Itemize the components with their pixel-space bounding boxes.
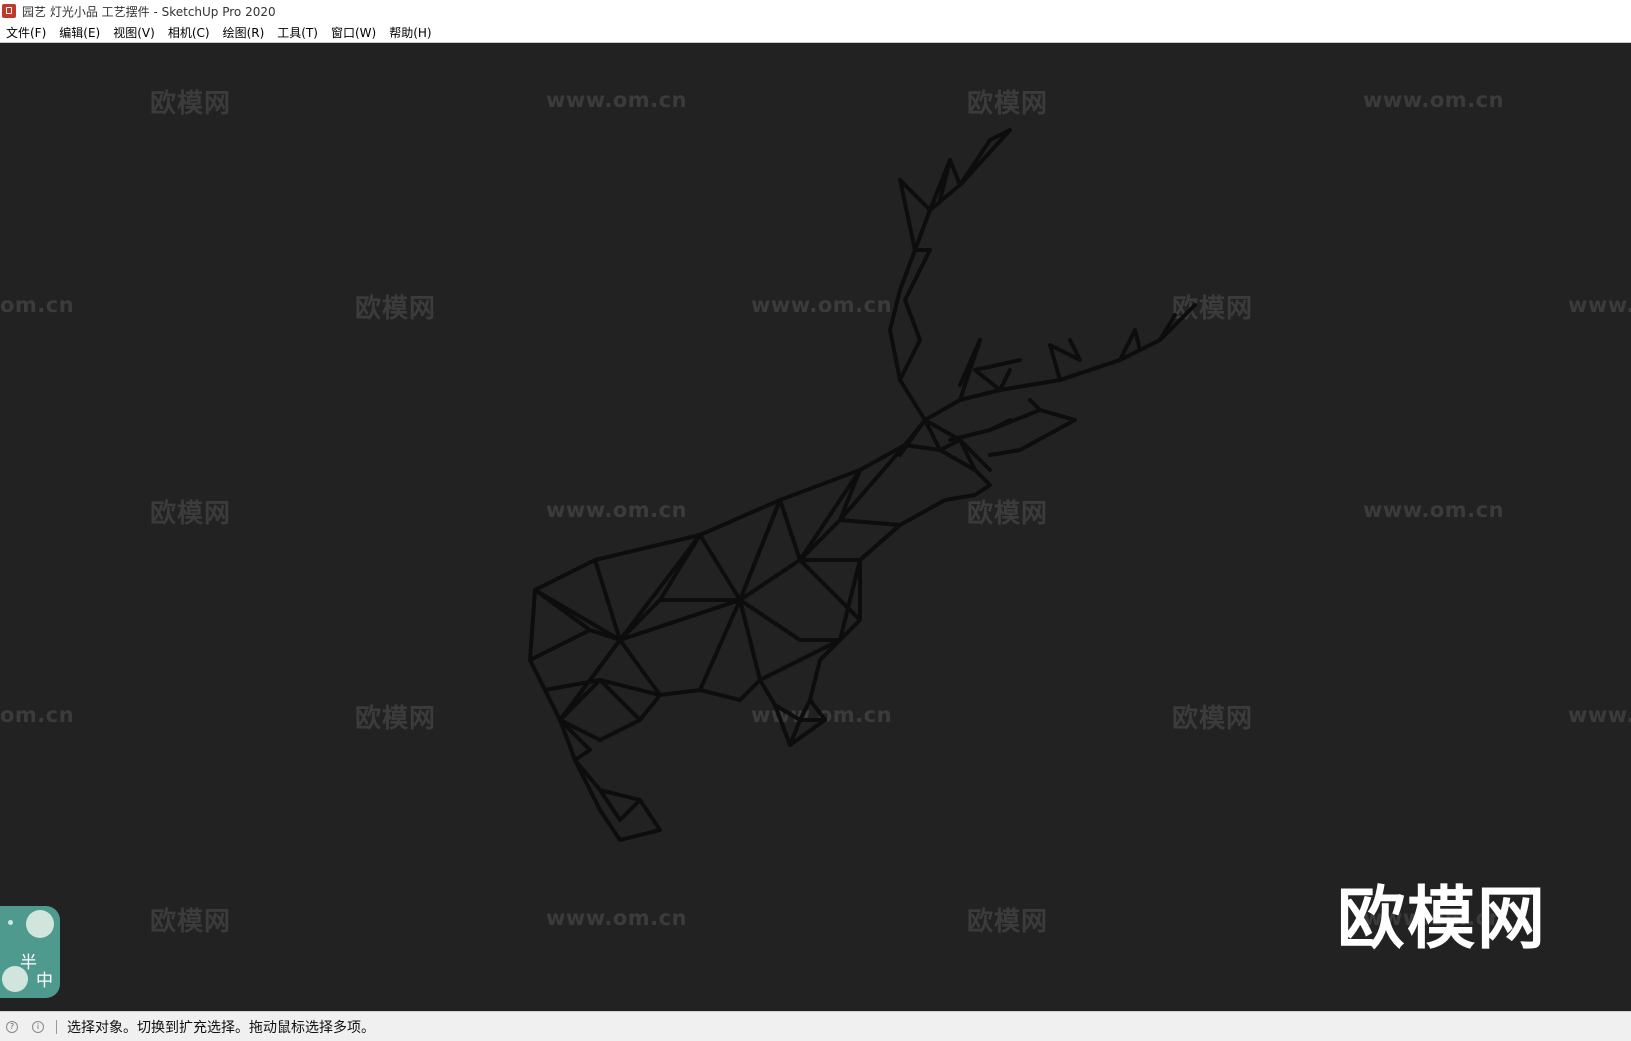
- menu-help[interactable]: 帮助(H): [383, 24, 438, 41]
- pattern-dot: [26, 910, 54, 938]
- model-viewport[interactable]: 欧模网 www.om.cn 欧模网 www.om.cn om.cn 欧模网 ww…: [0, 43, 1631, 1011]
- status-divider: [56, 1019, 57, 1034]
- menu-window[interactable]: 窗口(W): [325, 24, 383, 41]
- geo-location-icon[interactable]: ?: [6, 1020, 18, 1033]
- sticker-char: 中: [36, 971, 53, 991]
- decorative-sticker: 半 中: [0, 906, 60, 998]
- status-bar: ? i 选择对象。切换到扩充选择。拖动鼠标选择多项。: [0, 1011, 1631, 1041]
- menu-camera[interactable]: 相机(C): [162, 24, 217, 41]
- sticker-char: 半: [20, 953, 37, 973]
- window-title: 园艺 灯光小品 工艺摆件 - SketchUp Pro 2020: [22, 4, 276, 19]
- sketchup-icon: [2, 4, 16, 18]
- pattern-dot: [8, 920, 13, 925]
- brand-logo: 欧模网: [1337, 880, 1548, 959]
- menu-tools[interactable]: 工具(T): [271, 24, 325, 41]
- info-icon[interactable]: i: [32, 1020, 44, 1033]
- menu-draw[interactable]: 绘图(R): [217, 24, 272, 41]
- status-message: 选择对象。切换到扩充选择。拖动鼠标选择多项。: [67, 1019, 375, 1036]
- title-bar: 园艺 灯光小品 工艺摆件 - SketchUp Pro 2020: [0, 0, 1631, 22]
- menu-file[interactable]: 文件(F): [0, 24, 53, 41]
- menu-edit[interactable]: 编辑(E): [53, 24, 107, 41]
- menu-view[interactable]: 视图(V): [107, 24, 162, 41]
- menu-bar: 文件(F) 编辑(E) 视图(V) 相机(C) 绘图(R) 工具(T) 窗口(W…: [0, 22, 1631, 43]
